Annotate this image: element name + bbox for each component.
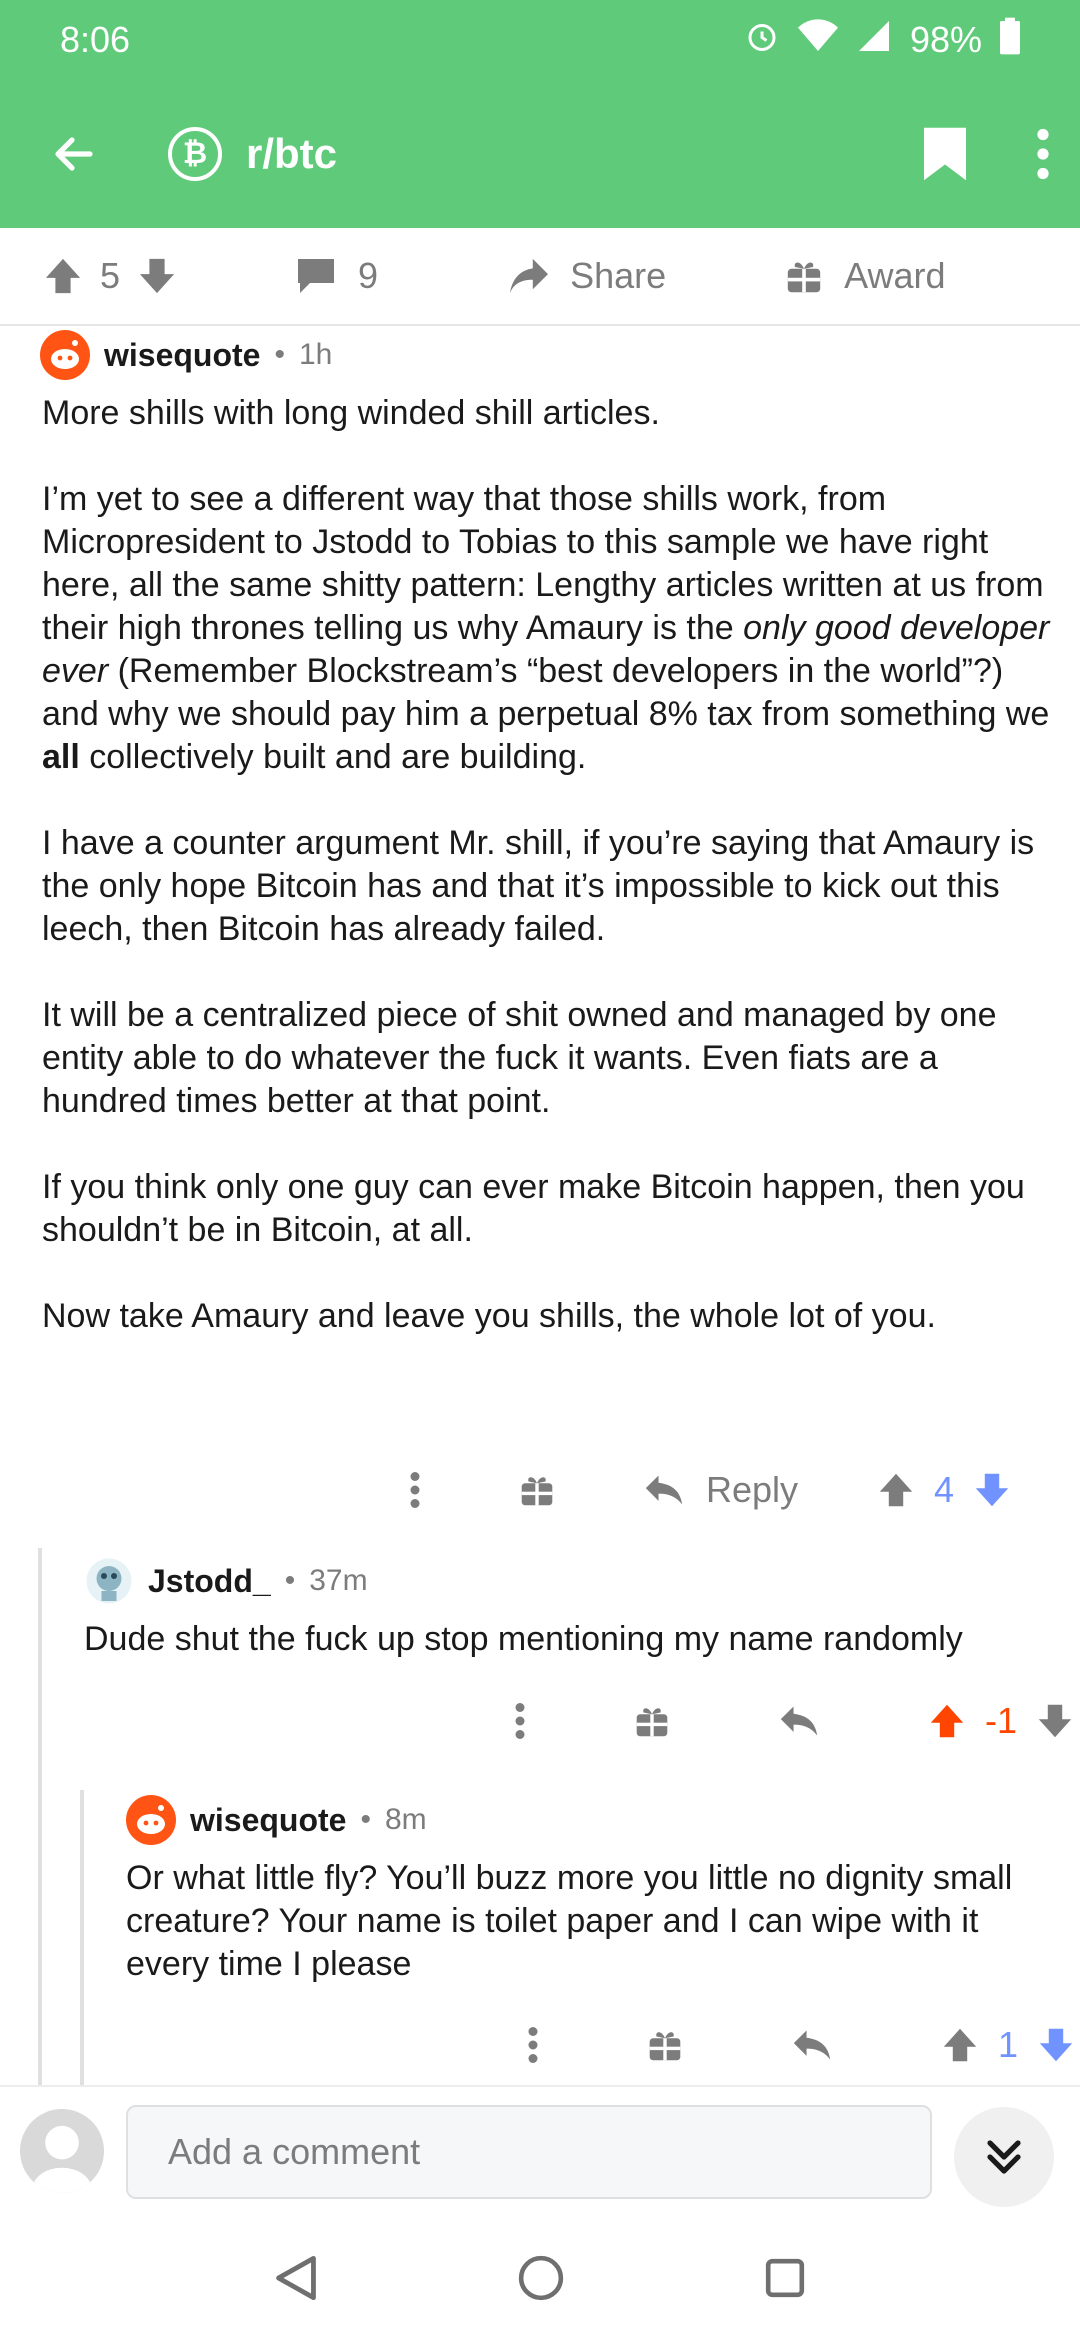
comment-paragraph: More shills with long winded shill artic… [42, 394, 660, 432]
wifi-icon [797, 18, 838, 63]
more-options-icon[interactable] [515, 1703, 525, 1739]
meta-separator: • [274, 338, 285, 371]
comment-input-placeholder: Add a comment [168, 2131, 421, 2172]
share-icon[interactable] [508, 257, 550, 295]
more-options-icon[interactable] [528, 2027, 538, 2063]
downvote-icon[interactable] [1038, 2027, 1074, 2063]
avatar[interactable] [126, 1795, 176, 1845]
downvote-icon[interactable] [974, 1472, 1010, 1508]
comment-paragraph: If you think only one guy can ever make … [42, 1168, 1025, 1249]
system-nav-bar [0, 2215, 1080, 2340]
award-icon[interactable] [786, 258, 822, 294]
reply-icon[interactable] [779, 1704, 819, 1738]
comment-paragraph: It will be a centralized piece of shit o… [42, 996, 997, 1120]
status-time: 8:06 [60, 19, 131, 60]
thread-line [80, 1790, 84, 2085]
upvote-icon[interactable] [878, 1472, 914, 1508]
comment-score: -1 [985, 1700, 1018, 1741]
nav-home-icon[interactable] [518, 2255, 564, 2301]
nav-recents-icon[interactable] [764, 2257, 806, 2299]
bold-text: all [42, 738, 80, 776]
comment-actions: 1 [528, 2010, 1074, 2080]
comment-time: 1h [298, 338, 333, 371]
more-options-icon[interactable] [1036, 128, 1050, 180]
comment-paragraph: I have a counter argument Mr. shill, if … [42, 824, 1035, 948]
award-button[interactable]: Award [844, 255, 945, 297]
reply-icon[interactable] [792, 2028, 832, 2062]
chevron-double-down-icon [987, 2140, 1021, 2174]
collapse-button[interactable] [954, 2107, 1054, 2207]
comment-count: 9 [358, 255, 379, 296]
comment-body: Or what little fly? You’ll buzz more you… [126, 1859, 1013, 1983]
meta-separator: • [360, 1803, 371, 1836]
meta-separator: • [284, 1564, 296, 1597]
comment-body: Dude shut the fuck up stop mentioning my… [84, 1620, 963, 1658]
avatar[interactable] [40, 330, 90, 380]
app-bar: ₿ r/btc [0, 80, 1080, 228]
alarm-icon [744, 18, 780, 63]
signal-icon [856, 18, 892, 63]
downvote-icon[interactable] [138, 257, 176, 295]
downvote-icon[interactable] [1037, 1703, 1073, 1739]
comment-body: More shills with long winded shill artic… [42, 392, 1052, 1381]
award-icon[interactable] [520, 1473, 554, 1507]
back-arrow-icon[interactable] [50, 130, 98, 178]
avatar[interactable] [84, 1556, 134, 1606]
comment-author[interactable]: wisequote [190, 1802, 346, 1839]
bookmark-icon[interactable] [924, 127, 966, 181]
upvote-icon[interactable] [929, 1703, 965, 1739]
comment-actions: -1 [515, 1686, 1073, 1756]
comment-author[interactable]: wisequote [104, 337, 260, 374]
upvote-icon[interactable] [44, 257, 82, 295]
battery-icon [1000, 17, 1020, 64]
comment-actions: Reply 4 [410, 1455, 1010, 1525]
status-bar: 8:06 98% [0, 0, 1080, 80]
comment-time: 37m [309, 1564, 368, 1597]
nav-back-icon[interactable] [274, 2254, 318, 2302]
comments-icon[interactable] [296, 257, 336, 295]
comment-score: 4 [934, 1469, 955, 1510]
user-avatar [20, 2109, 104, 2193]
reply-button[interactable]: Reply [706, 1469, 798, 1511]
post-score: 5 [100, 255, 121, 296]
comment-time: 8m [384, 1803, 427, 1836]
award-icon[interactable] [635, 1704, 669, 1738]
thread-line [38, 1548, 42, 2085]
reply-icon[interactable] [644, 1473, 684, 1507]
more-options-icon[interactable] [410, 1472, 420, 1508]
comment-score: 1 [998, 2024, 1019, 2065]
comment-composer-bar: Add a comment [0, 2085, 1080, 2215]
comment-paragraph: I’m yet to see a different way that thos… [42, 480, 1050, 776]
upvote-icon[interactable] [942, 2027, 978, 2063]
subreddit-icon: ₿ [168, 127, 222, 181]
comment-author[interactable]: Jstodd_ [148, 1563, 271, 1600]
share-button[interactable]: Share [570, 255, 666, 297]
post-action-bar: 5 9 Share Award [0, 228, 1080, 326]
battery-percent: 98% [909, 19, 982, 60]
comment-input[interactable]: Add a comment [126, 2105, 932, 2199]
comment-paragraph: Now take Amaury and leave you shills, th… [42, 1297, 936, 1335]
award-icon[interactable] [648, 2028, 682, 2062]
subreddit-name[interactable]: r/btc [246, 130, 337, 178]
